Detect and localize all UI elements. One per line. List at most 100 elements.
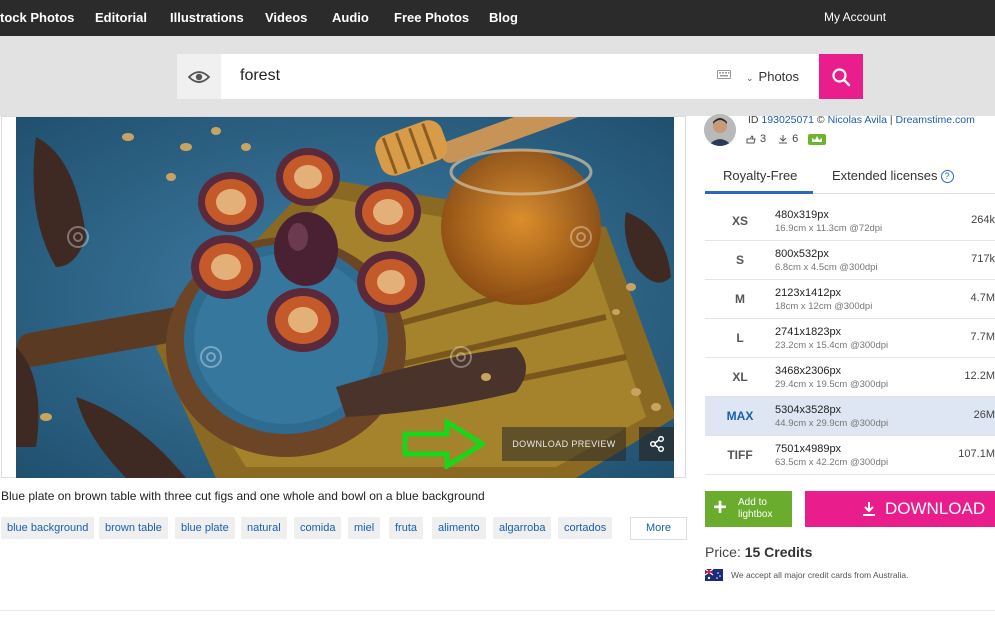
size-dimensions: 16.9cm x 11.3cm @72dpi: [775, 223, 883, 234]
size-dimensions: 29.4cm x 19.5cm @300dpi: [775, 379, 889, 390]
crown-icon: [808, 133, 827, 145]
nav-illustrations[interactable]: Illustrations: [170, 10, 244, 25]
download-button[interactable]: DOWNLOAD: [805, 491, 995, 527]
divider: [0, 610, 995, 611]
id-label: ID: [748, 114, 759, 126]
size-option-max[interactable]: MAX 5304x3528px 44.9cm x 29.9cm @300dpi …: [705, 397, 995, 436]
size-code: L: [736, 331, 744, 345]
size-pixels: 5304x3528px: [775, 404, 842, 416]
add-to-lightbox-button[interactable]: + Add to lightbox: [705, 491, 792, 527]
file-size: 717k: [971, 253, 995, 265]
download-preview-button[interactable]: DOWNLOAD PREVIEW: [502, 427, 626, 461]
size-table: XS 480x319px 16.9cm x 11.3cm @72dpi 264k…: [705, 202, 995, 475]
tag-item[interactable]: fruta: [389, 517, 424, 539]
tag-item[interactable]: brown table: [99, 517, 168, 539]
avatar-image: [704, 114, 736, 146]
tab-extended-licenses[interactable]: Extended licenses?: [832, 168, 954, 183]
nav-stock-photos[interactable]: tock Photos: [0, 10, 74, 25]
size-pixels: 2741x1823px: [775, 326, 842, 338]
size-code: XL: [732, 370, 748, 384]
likes-icon: [746, 134, 756, 143]
stock-photo[interactable]: DOWNLOAD PREVIEW: [16, 117, 674, 478]
size-option-m[interactable]: M 2123x1412px 18cm x 12cm @300dpi 4.7M: [705, 280, 995, 319]
size-option-s[interactable]: S 800x532px 6.8cm x 4.5cm @300dpi 717k: [705, 241, 995, 280]
search-icon: [832, 67, 851, 86]
tag-item[interactable]: comida: [294, 517, 342, 539]
keyboard-icon[interactable]: [717, 70, 731, 79]
australia-flag-icon: [704, 568, 723, 581]
author-info: ID 193025071 © Nicolas Avila | Dreamstim…: [748, 114, 975, 126]
size-pixels: 3468x2306px: [775, 365, 842, 377]
tag-item[interactable]: algarroba: [493, 517, 552, 539]
tag-item[interactable]: alimento: [432, 517, 486, 539]
search-button[interactable]: [819, 54, 863, 99]
site-link[interactable]: Dreamstime.com: [896, 114, 975, 126]
size-dimensions: 63.5cm x 42.2cm @300dpi: [775, 457, 889, 468]
chevron-down-icon: ⌄: [746, 73, 754, 83]
nav-audio[interactable]: Audio: [332, 10, 369, 25]
tag-item[interactable]: blue plate: [175, 517, 235, 539]
size-code: MAX: [726, 409, 754, 423]
search-type-select[interactable]: ⌄ Photos: [746, 69, 799, 84]
photo-figs-honey: [16, 117, 674, 478]
nav-videos[interactable]: Videos: [265, 10, 307, 25]
nav-free-photos[interactable]: Free Photos: [394, 10, 469, 25]
my-account-link[interactable]: My Account: [824, 10, 886, 24]
image-stats: 3 6: [746, 133, 827, 145]
nav-editorial[interactable]: Editorial: [95, 10, 147, 25]
size-option-tiff[interactable]: TIFF 7501x4989px 63.5cm x 42.2cm @300dpi…: [705, 436, 995, 475]
search-box: forest ⌄ Photos: [177, 54, 819, 99]
tag-item[interactable]: blue background: [1, 517, 95, 539]
tag-item[interactable]: miel: [348, 517, 381, 539]
search-type-label: Photos: [758, 69, 800, 84]
size-pixels: 480x319px: [775, 209, 829, 221]
file-size: 7.7M: [970, 331, 995, 343]
likes-count: 3: [760, 133, 767, 145]
search-band: forest ⌄ Photos: [0, 36, 995, 116]
image-frame: DOWNLOAD PREVIEW: [1, 116, 686, 478]
separator: |: [889, 114, 893, 126]
author-name-link[interactable]: Nicolas Avila: [828, 114, 887, 126]
tag-item[interactable]: natural: [241, 517, 287, 539]
file-size: 12.2M: [964, 370, 995, 382]
downloads-count: 6: [792, 133, 799, 145]
image-caption: Blue plate on brown table with three cut…: [1, 489, 485, 503]
file-size: 4.7M: [970, 292, 995, 304]
price-label: Price:: [705, 544, 741, 560]
arrow-right-icon: [402, 419, 486, 469]
download-label: DOWNLOAD: [885, 499, 986, 518]
size-code: XS: [731, 214, 748, 228]
tab-royalty-free[interactable]: Royalty-Free: [723, 168, 797, 183]
tag-item[interactable]: cortados: [558, 517, 613, 539]
size-option-xs[interactable]: XS 480x319px 16.9cm x 11.3cm @72dpi 264k: [705, 202, 995, 241]
search-input[interactable]: forest: [240, 67, 280, 85]
size-dimensions: 18cm x 12cm @300dpi: [775, 301, 873, 312]
size-dimensions: 23.2cm x 15.4cm @300dpi: [775, 340, 889, 351]
credit-card-note: We accept all major credit cards from Au…: [704, 568, 909, 581]
size-dimensions: 44.9cm x 29.9cm @300dpi: [775, 418, 889, 429]
avatar[interactable]: [704, 114, 736, 146]
top-navigation: tock Photos Editorial Illustrations Vide…: [0, 0, 995, 36]
size-pixels: 2123x1412px: [775, 287, 842, 299]
size-option-xl[interactable]: XL 3468x2306px 29.4cm x 19.5cm @300dpi 1…: [705, 358, 995, 397]
download-icon: [863, 502, 875, 516]
size-option-l[interactable]: L 2741x1823px 23.2cm x 15.4cm @300dpi 7.…: [705, 319, 995, 358]
price: Price: 15 Credits: [705, 544, 812, 560]
share-icon: [649, 436, 664, 452]
file-size: 26M: [973, 409, 995, 421]
file-size: 264k: [971, 214, 995, 226]
nav-blog[interactable]: Blog: [489, 10, 518, 25]
license-tabs: Royalty-Free Extended licenses?: [705, 162, 995, 194]
size-pixels: 800x532px: [775, 248, 829, 260]
size-dimensions: 6.8cm x 4.5cm @300dpi: [775, 262, 878, 273]
size-code: TIFF: [727, 448, 753, 462]
share-button[interactable]: [639, 427, 674, 461]
help-icon[interactable]: ?: [940, 170, 954, 183]
image-id-link[interactable]: 193025071: [761, 114, 814, 126]
visual-search-button[interactable]: [177, 54, 221, 99]
tab-extended-label: Extended licenses: [832, 168, 938, 183]
size-code: M: [735, 292, 745, 306]
more-tags-button[interactable]: More: [630, 517, 687, 540]
active-tab-indicator: [705, 191, 813, 194]
cards-note-text: We accept all major credit cards from Au…: [731, 570, 909, 580]
